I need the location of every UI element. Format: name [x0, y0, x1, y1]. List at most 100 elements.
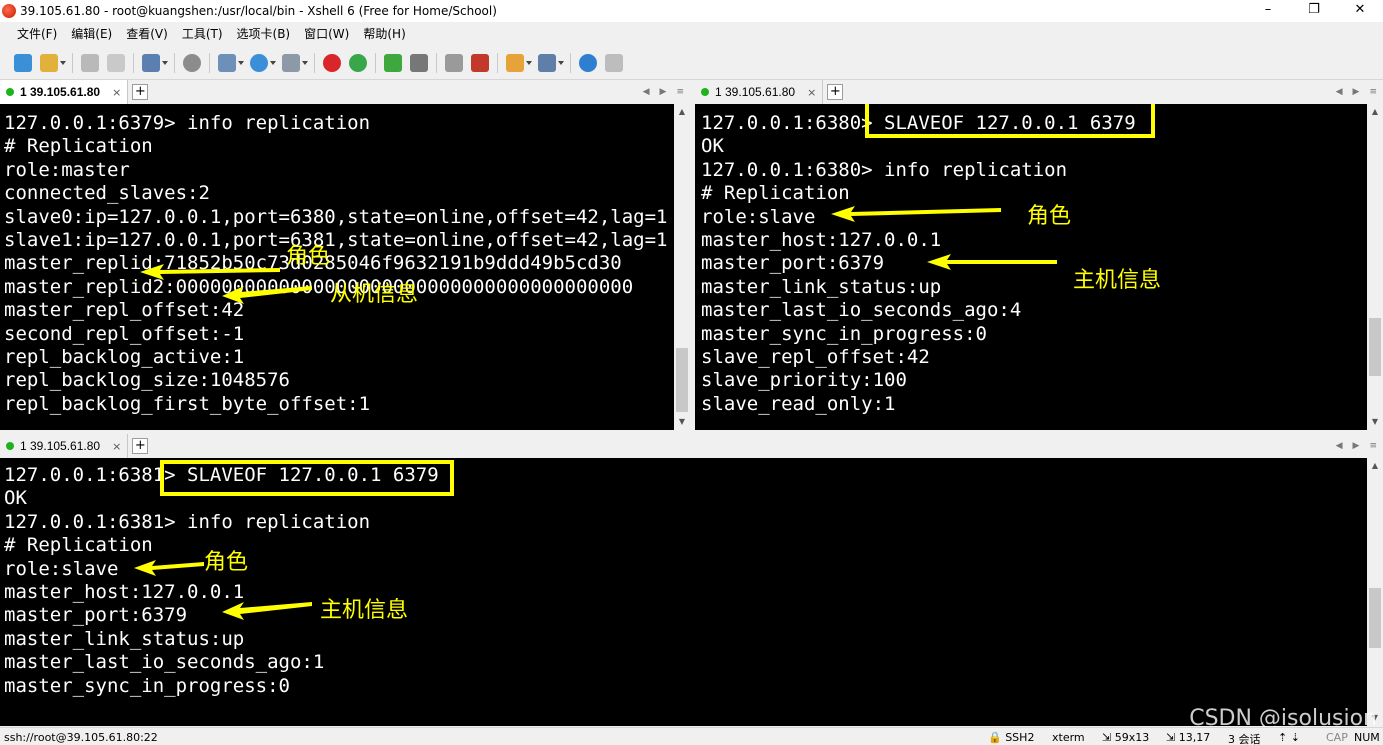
annotation-arrow — [222, 286, 312, 304]
protocol: 🔒 SSH2 — [988, 731, 1034, 744]
open-folder-icon[interactable] — [40, 53, 58, 72]
terminal-line: 127.0.0.1:6381> info replication — [4, 510, 371, 533]
tab-session-top-left[interactable]: 1 39.105.61.80 × — [0, 80, 129, 104]
terminal-size: ⇲ 59x13 — [1102, 731, 1149, 744]
menu-tools[interactable]: 工具(T) — [175, 22, 230, 46]
close-tab-icon[interactable]: × — [112, 86, 121, 99]
annotation-arrow — [134, 560, 204, 576]
annotation-master-info: 主机信息 — [1073, 268, 1162, 293]
scroll-up-icon[interactable]: ▲ — [1367, 458, 1383, 474]
annotation-slave-info: 从机信息 — [330, 282, 419, 307]
terminal-output: 127.0.0.1:6380> SLAVEOF 127.0.0.1 6379 O… — [701, 112, 1136, 416]
terminal-line: 127.0.0.1:6379> info replication — [4, 112, 371, 134]
terminal-line: master_host:127.0.0.1 — [701, 228, 942, 251]
font-icon[interactable] — [282, 53, 300, 72]
globe-icon[interactable] — [250, 53, 268, 72]
chat-icon[interactable] — [605, 53, 623, 72]
tab-next-icon[interactable]: ▶ — [1353, 87, 1360, 97]
scroll-down-icon[interactable]: ▼ — [1367, 414, 1383, 430]
menu-edit[interactable]: 编辑(E) — [64, 22, 119, 46]
tab-next-icon[interactable]: ▶ — [1353, 441, 1360, 451]
scroll-thumb[interactable] — [1369, 588, 1381, 648]
add-tab-button[interactable]: + — [132, 438, 149, 454]
scroll-down-icon[interactable]: ▼ — [674, 414, 690, 430]
scroll-up-icon[interactable]: ▲ — [1367, 104, 1383, 120]
help-icon[interactable] — [579, 53, 597, 72]
tab-prev-icon[interactable]: ◀ — [1336, 441, 1343, 451]
terminal-line: role:master — [4, 158, 130, 181]
menu-file[interactable]: 文件(F) — [10, 22, 64, 46]
window-title: 39.105.61.80 - root@kuangshen:/usr/local… — [20, 4, 497, 18]
annotation-arrow — [140, 264, 280, 280]
terminal-line: slave0:ip=127.0.0.1,port=6380,state=onli… — [4, 205, 668, 228]
protocol-label: SSH2 — [1005, 731, 1035, 744]
terminal-line: master_port:6379 — [701, 252, 885, 275]
terminal-line: repl_backlog_active:1 — [4, 345, 245, 368]
scrollbar-bottom[interactable]: ▲ ▼ — [1367, 458, 1383, 726]
tab-bar-bottom: 1 39.105.61.80 × + ◀ ▶ ≡ — [0, 434, 1383, 458]
scrollbar-top-left[interactable]: ▲ ▼ — [674, 104, 690, 430]
tab-menu-icon[interactable]: ≡ — [1369, 87, 1377, 97]
annotation-role: 角色 — [1027, 204, 1072, 229]
terminal-pane-bottom[interactable]: 127.0.0.1:6381> SLAVEOF 127.0.0.1 6379 O… — [0, 458, 1367, 726]
terminal-line: slave_priority:100 — [701, 369, 907, 392]
scrollbar-top-right[interactable]: ▲ ▼ — [1367, 104, 1383, 430]
terminal-line: # Replication — [4, 135, 153, 158]
transfer-icon[interactable] — [218, 53, 236, 72]
lock-icon: 🔒 — [988, 731, 1002, 744]
maximize-button[interactable]: ❐ — [1291, 0, 1337, 22]
highlight-icon[interactable] — [471, 53, 489, 72]
terminal-type: xterm — [1052, 731, 1085, 744]
annotation-role: 角色 — [286, 244, 331, 269]
layout-icon[interactable] — [538, 53, 556, 72]
scroll-thumb[interactable] — [676, 348, 688, 412]
terminal-line: slave1:ip=127.0.0.1,port=6381,state=onli… — [4, 228, 668, 251]
new-session-icon[interactable] — [14, 53, 32, 72]
terminal-pane-top-left[interactable]: 127.0.0.1:6379> info replication # Repli… — [0, 104, 674, 430]
add-tab-button[interactable]: + — [132, 84, 149, 100]
scroll-up-icon[interactable]: ▲ — [674, 104, 690, 120]
cursor-position: ⇲ 13,17 — [1166, 731, 1210, 744]
tab-menu-icon[interactable]: ≡ — [1369, 441, 1377, 451]
tab-prev-icon[interactable]: ◀ — [643, 87, 650, 97]
menu-window[interactable]: 窗口(W) — [297, 22, 356, 46]
connection-address: ssh://root@39.105.61.80:22 — [4, 731, 158, 744]
disconnect-icon[interactable] — [107, 53, 125, 72]
tab-session-bottom[interactable]: 1 39.105.61.80 × — [0, 434, 129, 458]
lock-icon[interactable] — [410, 53, 428, 72]
keyboard-icon[interactable] — [445, 53, 463, 72]
menu-tabs[interactable]: 选项卡(B) — [230, 22, 298, 46]
scroll-thumb[interactable] — [1369, 318, 1381, 376]
find-icon[interactable] — [183, 53, 201, 72]
terminal-line: repl_backlog_first_byte_offset:1 — [4, 392, 371, 415]
fullscreen-icon[interactable] — [384, 53, 402, 72]
xmanager-icon[interactable] — [349, 53, 367, 72]
terminal-line: OK — [701, 135, 724, 158]
compose-icon[interactable] — [506, 53, 524, 72]
tab-prev-icon[interactable]: ◀ — [1336, 87, 1343, 97]
tab-session-top-right[interactable]: 1 39.105.61.80 × — [695, 80, 824, 104]
close-tab-icon[interactable]: × — [807, 86, 816, 99]
terminal-output: 127.0.0.1:6381> SLAVEOF 127.0.0.1 6379 O… — [4, 464, 439, 698]
highlight-box — [865, 104, 1155, 138]
session-manager-icon[interactable] — [142, 53, 160, 72]
close-tab-icon[interactable]: × — [112, 440, 121, 453]
xshell-app-icon — [2, 4, 16, 18]
menu-help[interactable]: 帮助(H) — [356, 22, 412, 46]
tab-next-icon[interactable]: ▶ — [660, 87, 667, 97]
session-count: 3 会话 — [1228, 733, 1261, 745]
connect-icon[interactable] — [81, 53, 99, 72]
terminal-line: master_last_io_seconds_ago:1 — [4, 651, 325, 674]
close-button[interactable]: ✕ — [1337, 0, 1383, 22]
terminal-line: master_sync_in_progress:0 — [701, 322, 987, 345]
terminal-output: 127.0.0.1:6379> info replication # Repli… — [4, 112, 667, 416]
terminal-pane-top-right[interactable]: 127.0.0.1:6380> SLAVEOF 127.0.0.1 6379 O… — [695, 104, 1367, 430]
add-tab-button[interactable]: + — [827, 84, 844, 100]
annotation-arrow — [927, 254, 1057, 270]
minimize-button[interactable]: – — [1245, 0, 1291, 22]
cursor-label: 13,17 — [1178, 731, 1211, 744]
toolbar — [0, 46, 1383, 80]
xftp-icon[interactable] — [323, 53, 341, 72]
tab-menu-icon[interactable]: ≡ — [676, 87, 684, 97]
menu-view[interactable]: 查看(V) — [119, 22, 175, 46]
